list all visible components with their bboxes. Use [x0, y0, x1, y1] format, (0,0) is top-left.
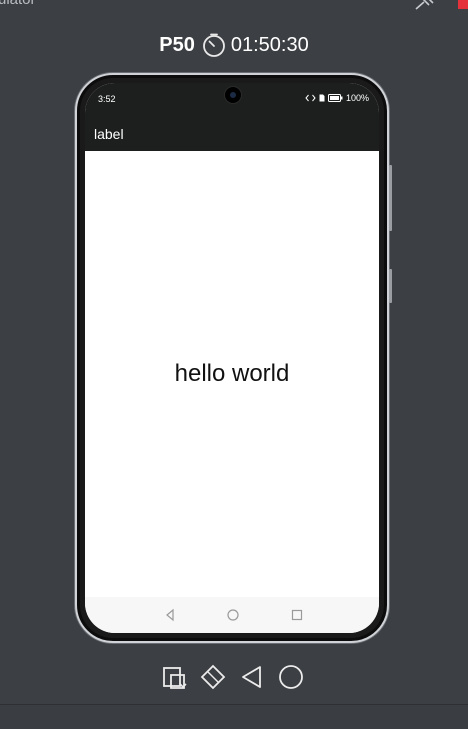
battery-level: 100% [345, 93, 369, 103]
app-bar: label [85, 117, 379, 151]
timer-value: 01:50:30 [230, 33, 309, 56]
nav-home-icon[interactable] [226, 608, 240, 622]
timer-icon [202, 33, 225, 57]
nav-back-icon[interactable] [163, 608, 177, 622]
status-time: 3:52 [98, 94, 116, 104]
close-button[interactable] [458, 0, 468, 9]
window-title: ulator [0, 0, 36, 8]
nav-bar [85, 597, 379, 633]
battery-icon [327, 94, 343, 102]
phone-screen: 3:52 100% label hello world [85, 83, 379, 633]
nav-recents-icon[interactable] [290, 608, 304, 622]
volume-button[interactable] [389, 165, 392, 231]
hello-world-text: hello world [174, 360, 290, 387]
status-bar: 3:52 100% [85, 83, 379, 117]
bottom-panel [0, 705, 468, 729]
status-icons: 100% [305, 93, 369, 103]
power-button[interactable] [389, 269, 392, 303]
sim-icon [319, 94, 325, 102]
screenshot-icon[interactable] [160, 663, 188, 691]
emulator-header: P50 01:50:30 [0, 31, 468, 59]
rotate-icon[interactable] [199, 663, 227, 691]
phone-frame: 3:52 100% label hello world [75, 73, 392, 643]
back-icon[interactable] [238, 663, 266, 691]
app-title: label [94, 126, 124, 142]
pin-icon[interactable] [414, 0, 434, 10]
front-camera [225, 87, 241, 103]
code-icon [305, 94, 316, 102]
home-icon[interactable] [277, 663, 305, 691]
device-name: P50 [159, 33, 195, 56]
